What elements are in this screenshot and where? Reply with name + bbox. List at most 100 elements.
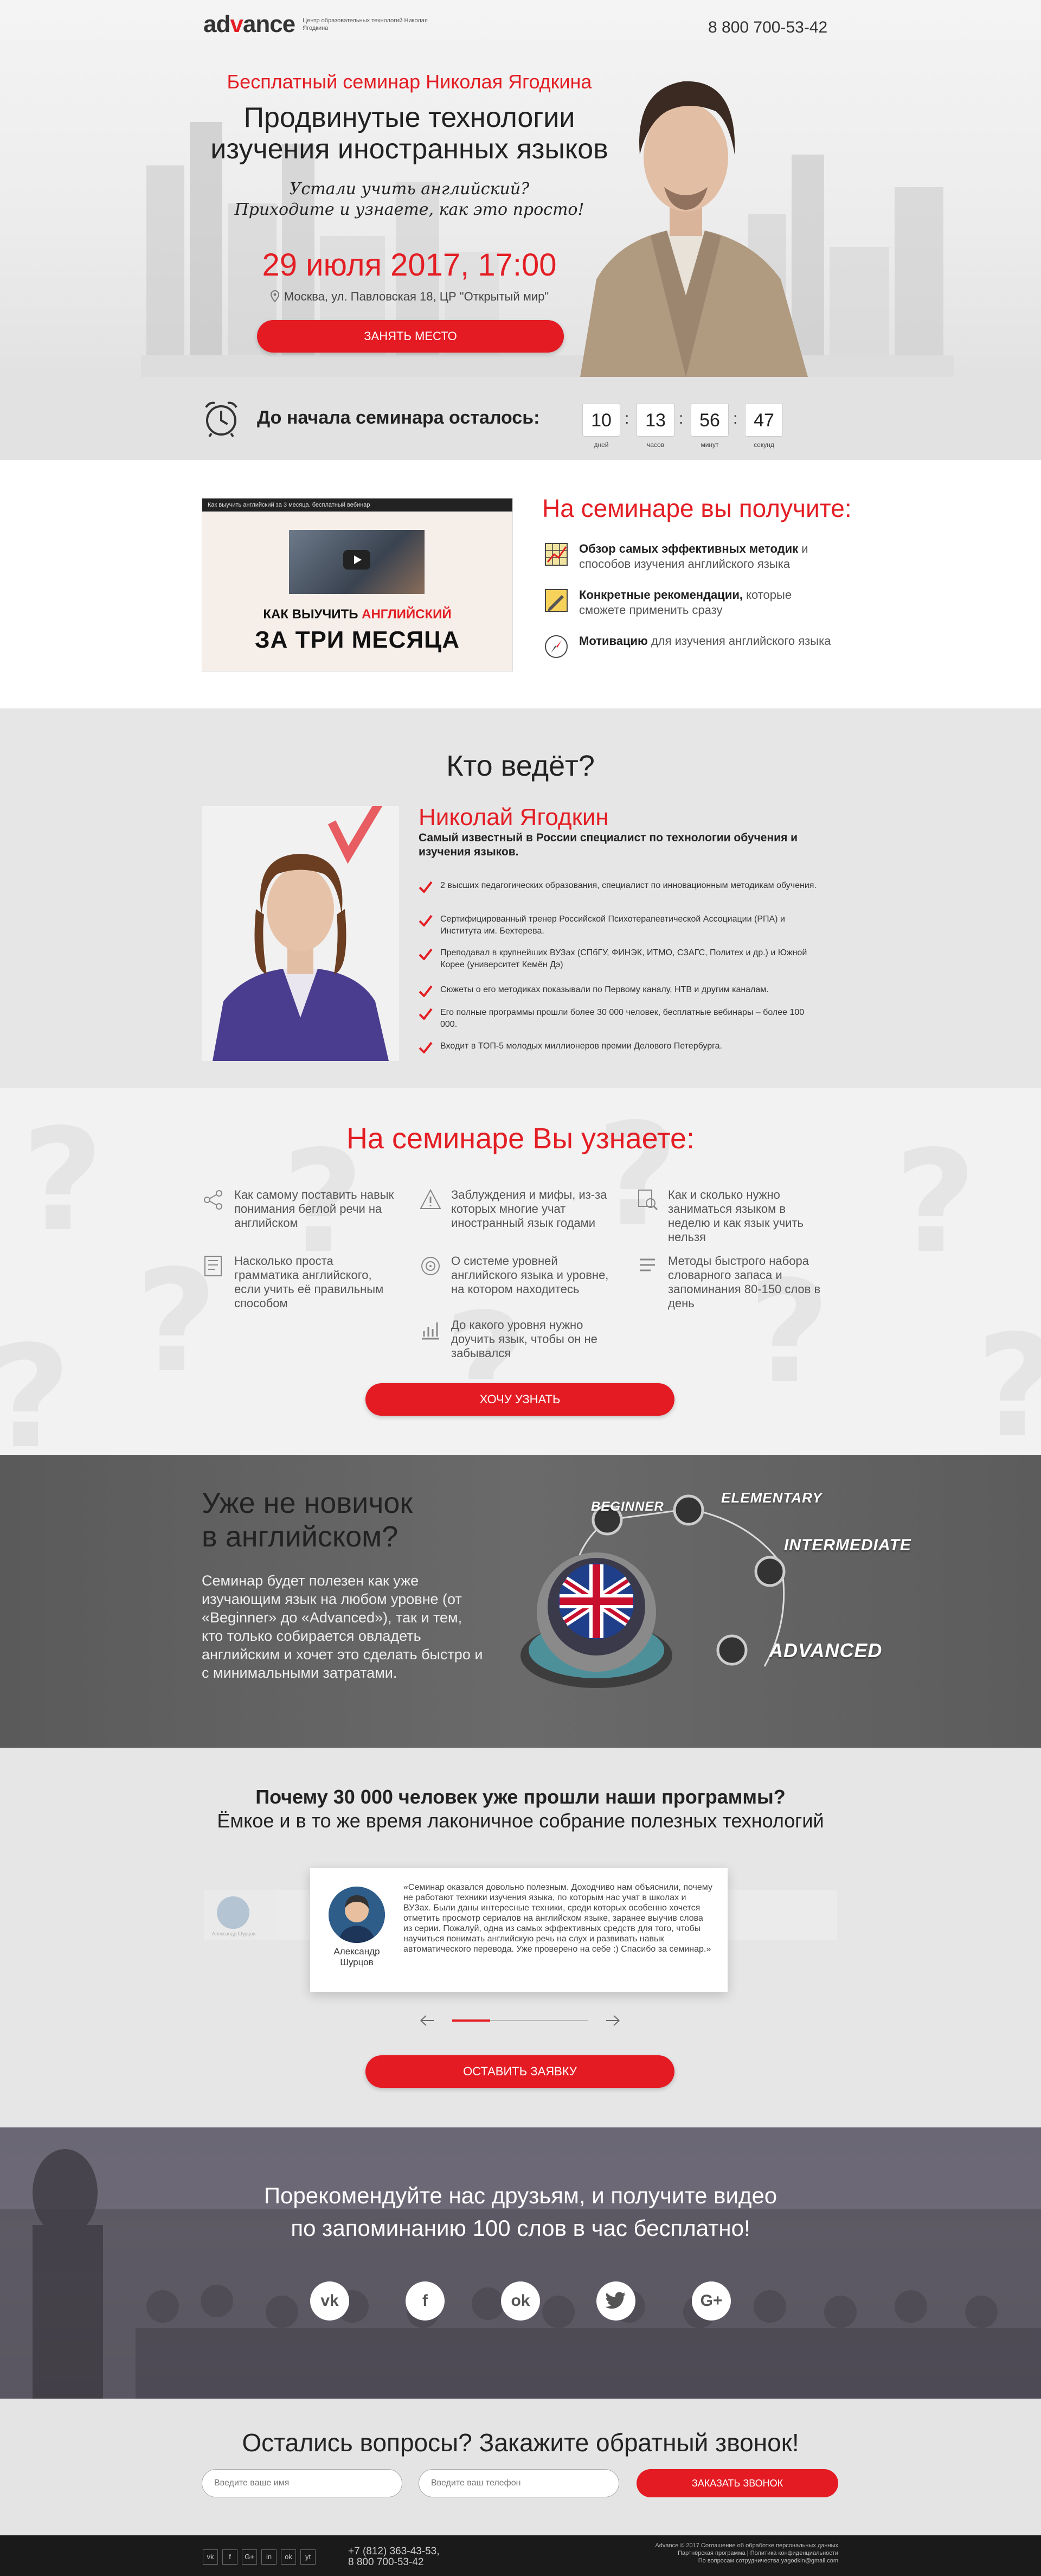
video-caption-line1: КАК ВЫУЧИТЬ АНГЛИЙСКИЙ bbox=[263, 607, 452, 622]
review-card: Александр Шурцов «Семинар оказался довол… bbox=[310, 1868, 728, 1992]
benefit-text: Обзор самых эффективных методик и способ… bbox=[579, 542, 808, 571]
target-icon bbox=[421, 1257, 440, 1275]
speaker-name: Николай Ягодкин bbox=[419, 804, 609, 830]
level-text: Семинар будет полезен как уже изучающим … bbox=[202, 1573, 483, 1681]
countdown-hours-label: часов bbox=[646, 441, 665, 449]
footer-legal-line[interactable]: Advance © 2017 Соглашение об обработке п… bbox=[577, 2542, 838, 2549]
benefit-text: Мотивацию для изучения английского языка bbox=[579, 634, 831, 648]
level-knob-illustration bbox=[520, 1494, 786, 1688]
google-plus-icon[interactable]: G+ bbox=[242, 2549, 257, 2565]
countdown-minutes: 56 bbox=[691, 403, 729, 437]
benefit-item: Мотивацию для изучения английского языка bbox=[543, 634, 836, 660]
warning-icon bbox=[420, 1188, 441, 1209]
name-input[interactable] bbox=[202, 2469, 402, 2497]
header-phone[interactable]: 8 800 700-53-42 bbox=[708, 18, 827, 37]
footer-legal-line[interactable]: Партнёрская программа | Политика конфиде… bbox=[577, 2549, 838, 2557]
arrow-right-icon bbox=[606, 2015, 620, 2026]
footer-legal: Advance © 2017 Соглашение об обработке п… bbox=[577, 2542, 838, 2565]
learn-item: До какого уровня нужно доучить язык, что… bbox=[419, 1318, 614, 1360]
checkmark-icon bbox=[419, 1041, 433, 1053]
countdown-label: До начала семинара осталось: bbox=[257, 407, 540, 428]
benefit-text: Конкретные рекомендации, которые сможете… bbox=[579, 588, 792, 617]
countdown-minutes-label: минут bbox=[701, 441, 719, 449]
vk-icon[interactable]: vk bbox=[203, 2549, 218, 2565]
footer: vk f G+ in ok yt +7 (812) 363-43-53, 8 8… bbox=[0, 2535, 1041, 2576]
want-to-know-button[interactable]: ХОЧУ УЗНАТЬ bbox=[365, 1383, 674, 1416]
share-title-line2: по запоминанию 100 слов в час бесплатно! bbox=[291, 2215, 750, 2241]
grid-chart-icon bbox=[545, 543, 568, 566]
svg-text:?: ? bbox=[0, 1316, 71, 1455]
reviews-title: Почему 30 000 человек уже прошли наши пр… bbox=[255, 1786, 786, 1808]
countdown-days-label: дней bbox=[594, 441, 609, 449]
level-title: Уже не новичок в английском? bbox=[202, 1486, 413, 1554]
share-section: Порекомендуйте нас друзьям, и получите в… bbox=[0, 2127, 1041, 2399]
location-pin-icon bbox=[270, 290, 280, 305]
book-icon bbox=[204, 1256, 222, 1276]
countdown-days: 10 bbox=[582, 403, 620, 437]
share-title-line1: Порекомендуйте нас друзьям, и получите в… bbox=[264, 2183, 777, 2208]
learn-item: Как и сколько нужно заниматься языком в … bbox=[635, 1188, 831, 1244]
benefit-item: Обзор самых эффективных методик и способ… bbox=[543, 541, 836, 572]
seminar-address: Москва, ул. Павловская 18, ЦР "Открытый … bbox=[201, 290, 618, 305]
list-icon bbox=[640, 1258, 655, 1271]
seminar-date: 29 июля 2017, 17:00 bbox=[201, 247, 618, 283]
footer-legal-line[interactable]: По вопросам сотрудничества yagodkin@gmai… bbox=[577, 2557, 838, 2565]
google-plus-icon[interactable]: G+ bbox=[692, 2281, 731, 2321]
speaker-description: Самый известный в России специалист по т… bbox=[419, 832, 798, 858]
level-title-line2: в английском? bbox=[202, 1520, 399, 1553]
odnoklassniki-icon[interactable]: ok bbox=[281, 2549, 296, 2565]
callback-title: Остались вопросы? Закажите обратный звон… bbox=[242, 2428, 799, 2457]
book-seat-button[interactable]: ЗАНЯТЬ МЕСТО bbox=[257, 320, 564, 353]
seminar-address-text: Москва, ул. Павловская 18, ЦР "Открытый … bbox=[284, 290, 549, 303]
footer-phone[interactable]: +7 (812) 363-43-53, bbox=[348, 2546, 439, 2557]
youtube-icon[interactable]: yt bbox=[300, 2549, 316, 2565]
speaker-fact: Его полные программы прошли более 30 000… bbox=[419, 1007, 820, 1031]
learn-item: О системе уровней английского языка и ур… bbox=[419, 1254, 614, 1296]
odnoklassniki-icon[interactable]: ok bbox=[501, 2281, 540, 2321]
chart-icon bbox=[422, 1322, 439, 1340]
level-label-elementary: ELEMENTARY bbox=[721, 1490, 822, 1506]
countdown-separator: : bbox=[733, 410, 738, 427]
share-title: Порекомендуйте нас друзьям, и получите в… bbox=[0, 2179, 1041, 2245]
phone-input[interactable] bbox=[419, 2469, 619, 2497]
review-text: «Семинар оказался довольно полезным. Дох… bbox=[403, 1883, 712, 1954]
level-title-line1: Уже не новичок bbox=[202, 1487, 413, 1519]
learn-title: На семинаре Вы узнаете: bbox=[346, 1122, 695, 1155]
facebook-icon[interactable]: f bbox=[406, 2281, 445, 2321]
countdown-seconds: 47 bbox=[745, 403, 783, 437]
hero-hand-line1: Устали учить английский? bbox=[289, 180, 530, 199]
hero-subtitle: Бесплатный семинар Николая Ягодкина bbox=[227, 71, 592, 93]
pencil-note-icon bbox=[545, 589, 568, 612]
arrow-left-icon bbox=[420, 2015, 434, 2026]
leave-request-button[interactable]: ОСТАВИТЬ ЗАЯВКУ bbox=[365, 2055, 674, 2088]
hero-hand-line2: Приходите и узнаете, как это просто! bbox=[234, 200, 584, 219]
facebook-icon[interactable]: f bbox=[222, 2549, 237, 2565]
vk-icon[interactable]: vk bbox=[310, 2281, 349, 2321]
speaker-fact: Сюжеты о его методиках показывали по Пер… bbox=[419, 984, 820, 997]
benefits-title: На семинаре вы получите: bbox=[542, 494, 852, 522]
play-icon[interactable] bbox=[343, 550, 370, 570]
checkmark-icon bbox=[419, 915, 433, 926]
logo[interactable]: advance Центр образовательных технологий… bbox=[203, 11, 438, 38]
compass-icon bbox=[545, 635, 568, 658]
callback-section: Остались вопросы? Закажите обратный звон… bbox=[0, 2399, 1041, 2535]
order-call-button[interactable]: ЗАКАЗАТЬ ЗВОНОК bbox=[637, 2469, 838, 2497]
benefit-item: Конкретные рекомендации, которые сможете… bbox=[543, 587, 836, 618]
level-label-advanced: ADVANCED bbox=[769, 1639, 883, 1661]
hero-section: advance Центр образовательных технологий… bbox=[0, 0, 1041, 377]
video-caption-line2: ЗА ТРИ МЕСЯЦА bbox=[255, 627, 460, 653]
audience-background-photo bbox=[0, 2127, 1041, 2399]
footer-phone[interactable]: 8 800 700-53-42 bbox=[348, 2557, 439, 2568]
checkmark-icon bbox=[419, 881, 433, 893]
seminar-date-time: 17:00 bbox=[478, 247, 557, 283]
speaker-fact: Входит в ТОП-5 молодых миллионеров преми… bbox=[419, 1040, 820, 1053]
countdown-seconds-label: секунд bbox=[754, 441, 774, 449]
avatar bbox=[217, 1896, 249, 1929]
video-player[interactable]: Как выучить английский за 3 месяца. бесп… bbox=[202, 498, 513, 672]
logo-wordmark: advance bbox=[203, 11, 295, 37]
instagram-icon[interactable]: in bbox=[261, 2549, 277, 2565]
speaker-fact: Преподавал в крупнейших ВУЗах (СПбГУ, ФИ… bbox=[419, 947, 820, 971]
twitter-icon[interactable] bbox=[596, 2281, 635, 2321]
seminar-date-day: 29 июля 2017, bbox=[262, 247, 470, 283]
speaker-photo bbox=[202, 806, 399, 1061]
